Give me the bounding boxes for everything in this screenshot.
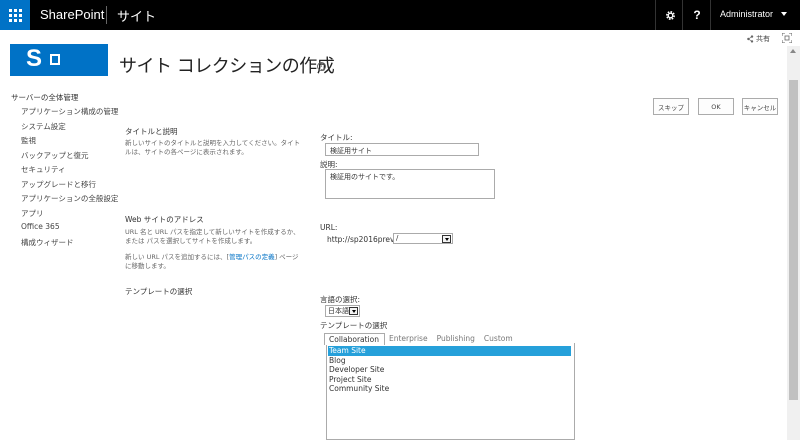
vertical-scrollbar[interactable] [787, 46, 800, 440]
title-label: タイトル: [320, 133, 353, 142]
tab-collaboration[interactable]: Collaboration [324, 333, 385, 345]
tab-publishing[interactable]: Publishing [433, 333, 480, 345]
section-description-web-address: URL 名と URL パスを指定して新しいサイトを作成するか、または パスを選択… [125, 228, 300, 245]
url-prefix: http://sp2016prev [327, 235, 395, 244]
section-description-title: 新しいサイトのタイトルと説明を入力してください。タイトルは、サイトの各ページに表… [125, 139, 301, 156]
sharepoint-logo[interactable]: S [10, 44, 108, 76]
title-input[interactable]: 検証用サイト [325, 143, 479, 156]
template-tabs: Collaboration Enterprise Publishing Cust… [324, 333, 518, 345]
list-item[interactable]: Developer Site [328, 365, 571, 375]
help-icon[interactable]: ? [683, 0, 711, 30]
chevron-down-icon [349, 307, 358, 315]
template-label: テンプレートの選択 [320, 321, 388, 330]
gear-icon[interactable] [656, 0, 684, 30]
divider [106, 6, 107, 24]
share-icon [747, 35, 754, 43]
language-select[interactable]: 日本語 [325, 305, 360, 317]
url-path-value: / [396, 234, 399, 242]
list-item[interactable]: Community Site [328, 384, 571, 394]
define-managed-paths-link[interactable]: 管理パスの定義 [229, 253, 275, 261]
nav-item-backup-restore[interactable]: バックアップと復元 [11, 150, 116, 165]
nav-heading[interactable]: サーバーの全体管理 [11, 92, 116, 106]
section-heading-template: テンプレートの選択 [125, 287, 193, 296]
focus-content-icon[interactable] [782, 33, 792, 43]
managed-paths-note: 新しい URL パスを追加するには、[管理パスの定義] ページに移動します。 [125, 253, 305, 271]
scroll-up-icon[interactable] [790, 49, 796, 53]
chevron-down-icon[interactable] [781, 12, 787, 16]
list-item[interactable]: Team Site [328, 346, 571, 356]
scrollbar-thumb[interactable] [789, 80, 798, 400]
share-button[interactable]: 共有 [746, 34, 770, 44]
nav-item-general-settings[interactable]: アプリケーションの全般設定 [11, 193, 118, 208]
divider [710, 0, 711, 30]
tab-enterprise[interactable]: Enterprise [385, 333, 433, 345]
managed-paths-note-pre: 新しい URL パスを追加するには、[ [125, 253, 230, 261]
nav-item-security[interactable]: セキュリティ [11, 164, 116, 179]
chevron-down-icon [442, 235, 451, 243]
nav-item-monitoring[interactable]: 監視 [11, 135, 116, 150]
app-launcher-icon[interactable] [0, 0, 30, 30]
nav-item-apps[interactable]: アプリ [11, 208, 116, 223]
section-heading-title: タイトルと説明 [125, 127, 178, 136]
tab-custom[interactable]: Custom [480, 333, 518, 345]
info-icon[interactable]: i [317, 62, 326, 71]
ok-button[interactable]: OK [698, 98, 734, 115]
list-item[interactable]: Blog [328, 356, 571, 366]
suite-bar: SharePoint サイト ? Administrator [0, 0, 800, 30]
skip-button[interactable]: スキップ [653, 98, 689, 115]
url-path-select[interactable]: / [393, 233, 453, 244]
language-value: 日本語 [328, 307, 349, 315]
brand-title[interactable]: SharePoint [40, 7, 104, 22]
share-label: 共有 [756, 35, 770, 43]
description-textarea[interactable]: 検証用のサイトです。 [325, 169, 495, 199]
nav-item-office365[interactable]: Office 365 [11, 222, 116, 237]
nav-item-application-management[interactable]: アプリケーション構成の管理 [11, 106, 118, 121]
list-item[interactable]: Project Site [328, 375, 571, 385]
nav-item-system-settings[interactable]: システム設定 [11, 121, 116, 136]
page-title: サイト コレクションの作成 [119, 56, 335, 77]
user-menu[interactable]: Administrator [720, 9, 773, 19]
site-title[interactable]: サイト [117, 6, 156, 25]
section-heading-web-address: Web サイトのアドレス [125, 215, 204, 224]
url-label: URL: [320, 223, 338, 232]
nav-item-upgrade-migration[interactable]: アップグレードと移行 [11, 179, 116, 194]
nav-item-config-wizards[interactable]: 構成ウィザード [11, 237, 116, 252]
template-list: Team Site Blog Developer Site Project Si… [328, 346, 571, 394]
language-label: 言語の選択: [320, 295, 361, 304]
left-nav: サーバーの全体管理 アプリケーション構成の管理 システム設定 監視 バックアップ… [11, 92, 118, 252]
cancel-button[interactable]: キャンセル [742, 98, 778, 115]
